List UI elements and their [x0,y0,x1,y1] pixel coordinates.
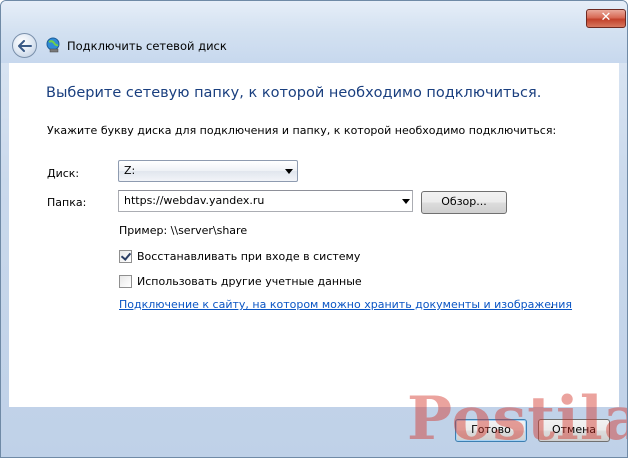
drive-select[interactable]: Z: [118,160,298,182]
network-drive-icon [46,37,60,53]
instruction-text: Укажите букву диска для подключения и па… [47,124,557,137]
window-title: Подключить сетевой диск [67,39,227,53]
folder-label: Папка: [47,196,87,209]
chevron-down-icon[interactable] [402,199,410,204]
folder-input[interactable] [124,194,394,207]
map-network-drive-window: ✕ Подключить сетевой диск Выберите сетев… [0,0,628,458]
drive-select-value: Z: [124,164,136,177]
example-text: Пример: \\server\share [119,224,248,237]
close-button[interactable]: ✕ [586,9,626,28]
other-credentials-option[interactable]: Использовать другие учетные данные [119,274,362,288]
reconnect-label: Восстанавливать при входе в систему [137,249,361,263]
title-bar: ✕ Подключить сетевой диск [1,1,627,63]
finish-button[interactable]: Готово [455,419,527,442]
folder-combobox[interactable] [118,190,413,212]
page-heading: Выберите сетевую папку, к которой необхо… [46,85,542,101]
dialog-content: Выберите сетевую папку, к которой необхо… [9,63,619,407]
other-credentials-checkbox[interactable] [119,274,132,288]
cancel-button[interactable]: Отмена [538,419,610,442]
chevron-down-icon [285,169,293,174]
drive-label: Диск: [47,167,80,180]
link-suffix: . [550,298,554,311]
browse-button[interactable]: Обзор... [421,191,507,214]
reconnect-checkbox[interactable] [119,249,132,263]
connect-website-link[interactable]: Подключение к сайту, на котором можно хр… [119,298,572,311]
other-credentials-label: Использовать другие учетные данные [137,274,362,288]
back-arrow-icon [17,39,32,52]
back-button[interactable] [12,33,37,58]
reconnect-option[interactable]: Восстанавливать при входе в систему [119,249,360,263]
